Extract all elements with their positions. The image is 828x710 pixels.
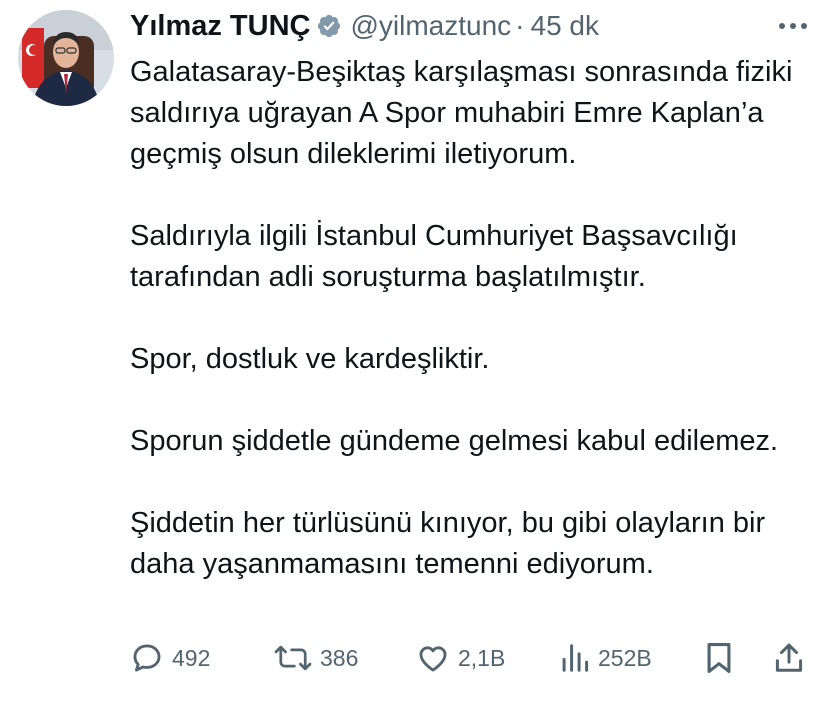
share-button[interactable] (774, 636, 804, 680)
tweet-paragraph: Spor, dostluk ve kardeşliktir. (130, 343, 490, 375)
reply-button[interactable]: 492 (130, 636, 210, 680)
views-icon (562, 644, 589, 672)
like-count: 2,1B (458, 644, 506, 671)
retweet-count: 386 (320, 644, 359, 671)
author-handle[interactable]: @yilmaztunc (350, 10, 511, 42)
tweet: Yılmaz TUNÇ @yilmaztunc · 45 dk Galatasa… (0, 0, 828, 710)
more-options-icon[interactable] (776, 12, 810, 40)
author-display-name[interactable]: Yılmaz TUNÇ (130, 10, 310, 43)
heart-icon (419, 646, 447, 672)
like-button[interactable]: 2,1B (416, 636, 505, 680)
action-bar: 492 386 2,1B 252B (130, 636, 808, 680)
views-count: 252B (598, 644, 652, 671)
tweet-paragraph: Sporun şiddetle gündeme gelmesi kabul ed… (130, 425, 779, 457)
tweet-paragraph: Şiddetin her türlüsünü kınıyor, bu gibi … (130, 507, 766, 580)
views-button[interactable]: 252B (560, 636, 652, 680)
tweet-timestamp[interactable]: 45 dk (531, 10, 600, 42)
reply-icon (133, 644, 161, 672)
retweet-button[interactable]: 386 (274, 636, 358, 680)
bookmark-icon (707, 642, 731, 674)
tweet-header: Yılmaz TUNÇ @yilmaztunc · 45 dk (130, 8, 768, 44)
retweet-icon (274, 645, 312, 671)
tweet-paragraph: Saldırıyla ilgili İstanbul Cumhuriyet Ba… (130, 220, 738, 293)
tweet-paragraph: Galatasaray-Beşiktaş karşılaşması sonras… (130, 56, 793, 170)
avatar-photo (18, 10, 114, 106)
header-separator: · (515, 10, 525, 41)
tweet-text: Galatasaray-Beşiktaş karşılaşması sonras… (130, 52, 804, 585)
bookmark-button[interactable] (704, 636, 734, 680)
share-icon (775, 643, 803, 672)
reply-count: 492 (172, 644, 211, 671)
avatar[interactable] (18, 10, 114, 106)
verified-badge-icon[interactable] (316, 13, 342, 39)
